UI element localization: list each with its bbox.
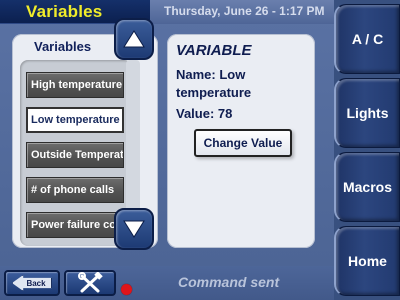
back-label: Back	[26, 278, 46, 288]
top-bar: Variables Thursday, June 26 - 1:17 PM	[0, 0, 334, 24]
variables-panel-title: Variables	[34, 39, 92, 54]
scroll-up-button[interactable]	[114, 18, 154, 60]
detail-heading: VARIABLE	[176, 42, 252, 59]
scroll-down-button[interactable]	[114, 208, 154, 250]
status-message: Command sent	[178, 274, 280, 290]
nav-macros-button[interactable]: Macros	[334, 152, 400, 222]
arrow-down-icon	[123, 220, 145, 238]
variable-detail-panel: VARIABLE Name: Low temperature Value: 78…	[167, 34, 315, 248]
variable-item-phone-calls[interactable]: # of phone calls	[26, 177, 124, 203]
variable-item-low-temperature[interactable]: Low temperature	[26, 107, 124, 133]
nav-lights-button[interactable]: Lights	[334, 78, 400, 148]
status-indicator	[121, 284, 132, 295]
page-title: Variables	[26, 2, 103, 21]
variable-item-high-temperature[interactable]: High temperature	[26, 72, 124, 98]
variable-value: Value: 78	[176, 106, 233, 121]
variable-item-power-failure[interactable]: Power failure count	[26, 212, 124, 238]
arrow-up-icon	[123, 30, 145, 48]
tools-button[interactable]	[64, 270, 116, 296]
nav-ac-button[interactable]: A / C	[334, 4, 400, 74]
back-arrow-icon: Back	[12, 275, 52, 291]
date-time-display: Thursday, June 26 - 1:17 PM	[164, 4, 325, 18]
side-navigation: A / C Lights Macros Home	[334, 0, 400, 300]
change-value-button[interactable]: Change Value	[194, 129, 292, 157]
variable-item-outside-temperature[interactable]: Outside Temperature	[26, 142, 124, 168]
back-button[interactable]: Back	[4, 270, 60, 296]
bottom-bar: Back Command sent	[0, 266, 334, 300]
nav-home-button[interactable]: Home	[334, 226, 400, 296]
tools-icon	[78, 272, 103, 293]
variable-name: Name: Low temperature	[176, 67, 252, 100]
list-scrollbar-track[interactable]	[126, 60, 140, 214]
